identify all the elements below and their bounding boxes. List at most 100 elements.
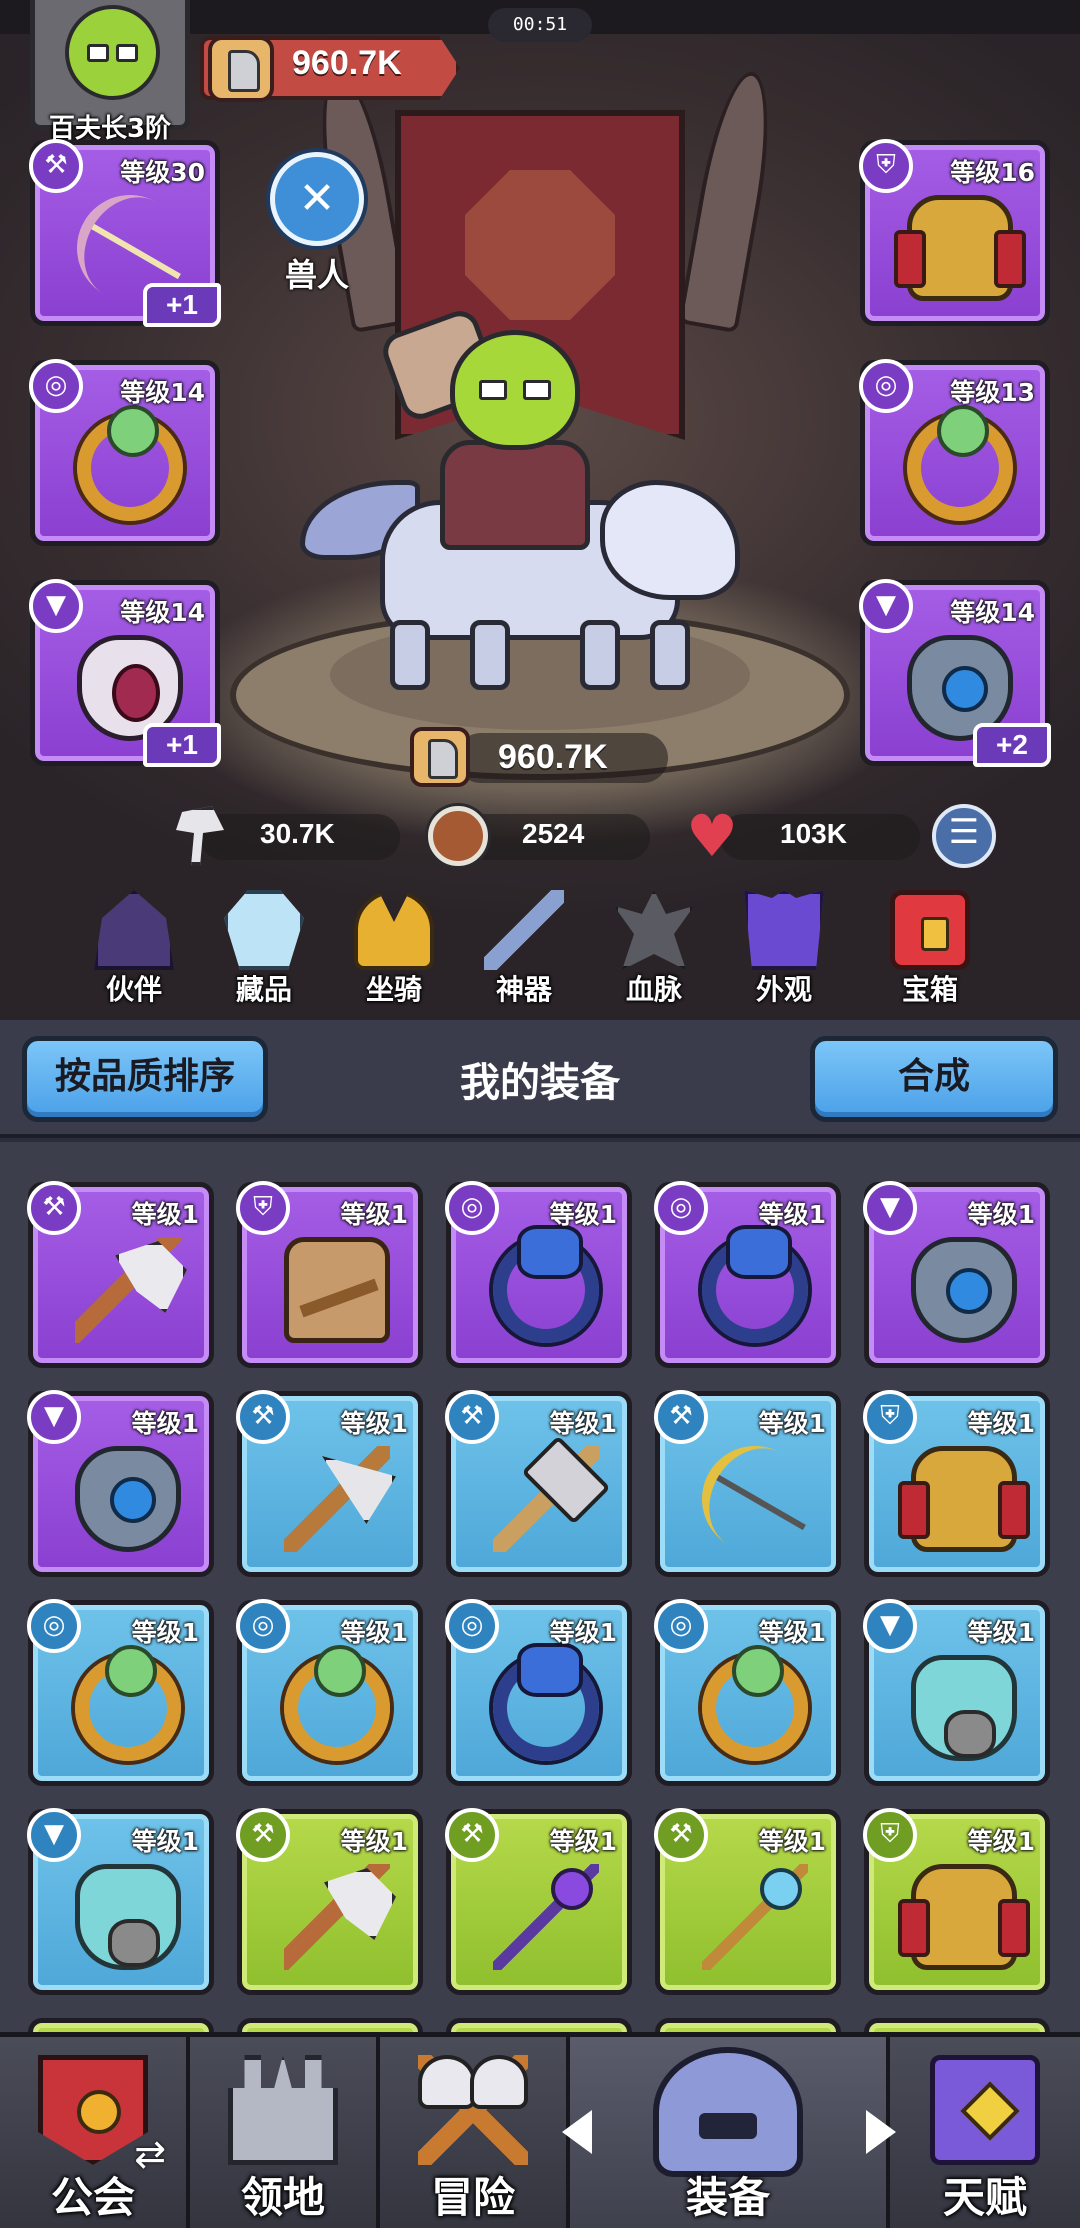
feature-bloodline[interactable]: 血脉 <box>594 890 714 1010</box>
axe-icon: ⚒ <box>29 139 83 193</box>
ring-item-icon <box>702 1225 808 1343</box>
axe-icon: ⚒ <box>445 1808 499 1862</box>
defense-value: 2524 <box>522 818 585 849</box>
item-level: 等级1 <box>131 1618 199 1647</box>
stats-detail-button[interactable] <box>932 804 996 868</box>
inventory-item[interactable]: ▼ 等级1 <box>27 1390 214 1577</box>
item-level: 等级1 <box>340 1618 408 1647</box>
inventory-grid: ⚒ 等级1 ⛨ 等级1 ◎ 等级1 ◎ 等级1 ▼ 等级1 ▼ 等级1 ⚒ 等级1 ⚒ 等级1 ⚒ 等级1 ⛨ 等级1… <box>0 1142 1080 2032</box>
inventory-item[interactable] <box>864 2018 1050 2032</box>
horn-decoration <box>677 66 783 334</box>
inventory-item[interactable]: ⛨ 等级1 <box>863 1390 1050 1577</box>
nav-territory[interactable]: 领地 <box>190 2037 380 2228</box>
necklace-icon: ▼ <box>863 1181 917 1235</box>
timer: 00:51 <box>488 8 592 42</box>
inventory-item[interactable]: ⚒ 等级1 <box>654 1390 841 1577</box>
ring-item-icon <box>493 1225 599 1343</box>
inventory-item[interactable] <box>237 2018 423 2032</box>
orc-hero[interactable] <box>377 290 640 550</box>
inventory-item[interactable]: ⚒ 等级1 <box>654 1808 841 1995</box>
inventory-item[interactable]: ◎ 等级1 <box>654 1181 841 1368</box>
swap-icon[interactable]: ⇄ <box>128 2132 172 2176</box>
gring-item-icon <box>702 1645 808 1761</box>
helmet-icon <box>653 2047 803 2177</box>
armor-icon: ⛨ <box>863 1390 917 1444</box>
equip-slot-ring-1[interactable]: ◎ 等级14 <box>29 359 220 546</box>
inventory-item[interactable]: ⚒ 等级1 <box>445 1390 632 1577</box>
item-level: 等级1 <box>758 1200 826 1229</box>
panel-header: 按品质排序 我的装备 合成 <box>0 1020 1080 1138</box>
item-level: 等级1 <box>131 1409 199 1438</box>
nav-equipment[interactable]: 装备 <box>570 2037 890 2228</box>
inventory-item[interactable]: ◎ 等级1 <box>236 1599 423 1786</box>
inventory-item[interactable]: ▼ 等级1 <box>863 1181 1050 1368</box>
inventory-item[interactable]: ◎ 等级1 <box>445 1181 632 1368</box>
wolf-leg <box>650 620 690 690</box>
orc-body <box>440 440 590 550</box>
hooded-cloak-icon <box>94 890 174 970</box>
inventory-item[interactable] <box>446 2018 632 2032</box>
feature-mount[interactable]: 坐骑 <box>334 890 454 1010</box>
orc-face-icon <box>65 5 160 100</box>
item-level: 等级13 <box>950 378 1035 407</box>
item-level: 等级1 <box>131 1827 199 1856</box>
ring-item-icon <box>907 405 1013 521</box>
inventory-item[interactable] <box>28 2018 214 2032</box>
feature-partner[interactable]: 伙伴 <box>74 890 194 1010</box>
staff-item-icon <box>493 1864 599 1970</box>
item-level: 等级30 <box>120 158 205 187</box>
nav-talent[interactable]: 天赋 <box>890 2037 1080 2228</box>
sword-icon <box>484 890 564 970</box>
inventory-item[interactable]: ◎ 等级1 <box>445 1599 632 1786</box>
axe-icon: ⚒ <box>654 1390 708 1444</box>
inventory-item[interactable] <box>655 2018 841 2032</box>
feature-artifact[interactable]: 神器 <box>464 890 584 1010</box>
item-level: 等级1 <box>340 1409 408 1438</box>
race-icon[interactable] <box>270 152 364 246</box>
bloodline-emblem-icon <box>614 890 694 970</box>
inventory-item[interactable]: ⛨ 等级1 <box>236 1181 423 1368</box>
hero-scene: 00:51 百夫长3阶 960.7K 兽人 ⚒ 等级30 +1 ◎ 等级14 <box>0 0 1080 1020</box>
equip-slot-weapon[interactable]: ⚒ 等级30 +1 <box>29 139 221 327</box>
equip-slot-armor[interactable]: ⛨ 等级16 <box>859 139 1050 326</box>
wolf-leg <box>580 620 620 690</box>
inventory-item[interactable]: ▼ 等级1 <box>27 1808 214 1995</box>
treasure-chest-icon <box>890 890 970 970</box>
feature-chest[interactable]: 宝箱 <box>870 890 990 1010</box>
necklace-icon: ▼ <box>29 579 83 633</box>
item-level: 等级1 <box>967 1200 1035 1229</box>
inventory-item[interactable]: ◎ 等级1 <box>27 1599 214 1786</box>
battleaxe-item-icon <box>284 1446 390 1552</box>
nav-label: 天赋 <box>942 2173 1027 2222</box>
wolf-leg <box>390 620 430 690</box>
equip-slot-necklace-2[interactable]: ▼ 等级14 +2 <box>859 579 1051 767</box>
nav-adventure[interactable]: 冒险 <box>380 2037 570 2228</box>
equip-slot-ring-2[interactable]: ◎ 等级13 <box>859 359 1050 546</box>
ring-icon: ◎ <box>654 1599 708 1653</box>
merge-button[interactable]: 合成 <box>810 1036 1058 1122</box>
upgrade-badge: +2 <box>973 723 1051 767</box>
sort-by-quality-button[interactable]: 按品质排序 <box>22 1036 268 1122</box>
item-level: 等级1 <box>549 1409 617 1438</box>
inventory-item[interactable]: ▼ 等级1 <box>863 1599 1050 1786</box>
hero-power: 960.7K <box>498 738 608 776</box>
item-level: 等级1 <box>131 1200 199 1229</box>
castle-icon <box>228 2055 338 2165</box>
equip-slot-necklace-1[interactable]: ▼ 等级14 +1 <box>29 579 221 767</box>
gring-item-icon <box>284 1645 390 1761</box>
tunic-item-icon <box>284 1237 390 1343</box>
item-level: 等级1 <box>549 1827 617 1856</box>
inventory-item[interactable]: ⚒ 等级1 <box>236 1808 423 1995</box>
armor-item-icon <box>898 1446 1030 1552</box>
inventory-item[interactable]: ⚒ 等级1 <box>236 1390 423 1577</box>
power-axe-icon <box>208 36 274 102</box>
feature-collection[interactable]: 藏品 <box>204 890 324 1010</box>
feature-appearance[interactable]: 外观 <box>724 890 844 1010</box>
inventory-item[interactable]: ◎ 等级1 <box>654 1599 841 1786</box>
staff2-item-icon <box>702 1864 808 1970</box>
amulet-item-icon <box>75 1446 181 1552</box>
inventory-item[interactable]: ⚒ 等级1 <box>27 1181 214 1368</box>
ring-icon: ◎ <box>29 359 83 413</box>
inventory-item[interactable]: ⛨ 等级1 <box>863 1808 1050 1995</box>
inventory-item[interactable]: ⚒ 等级1 <box>445 1808 632 1995</box>
